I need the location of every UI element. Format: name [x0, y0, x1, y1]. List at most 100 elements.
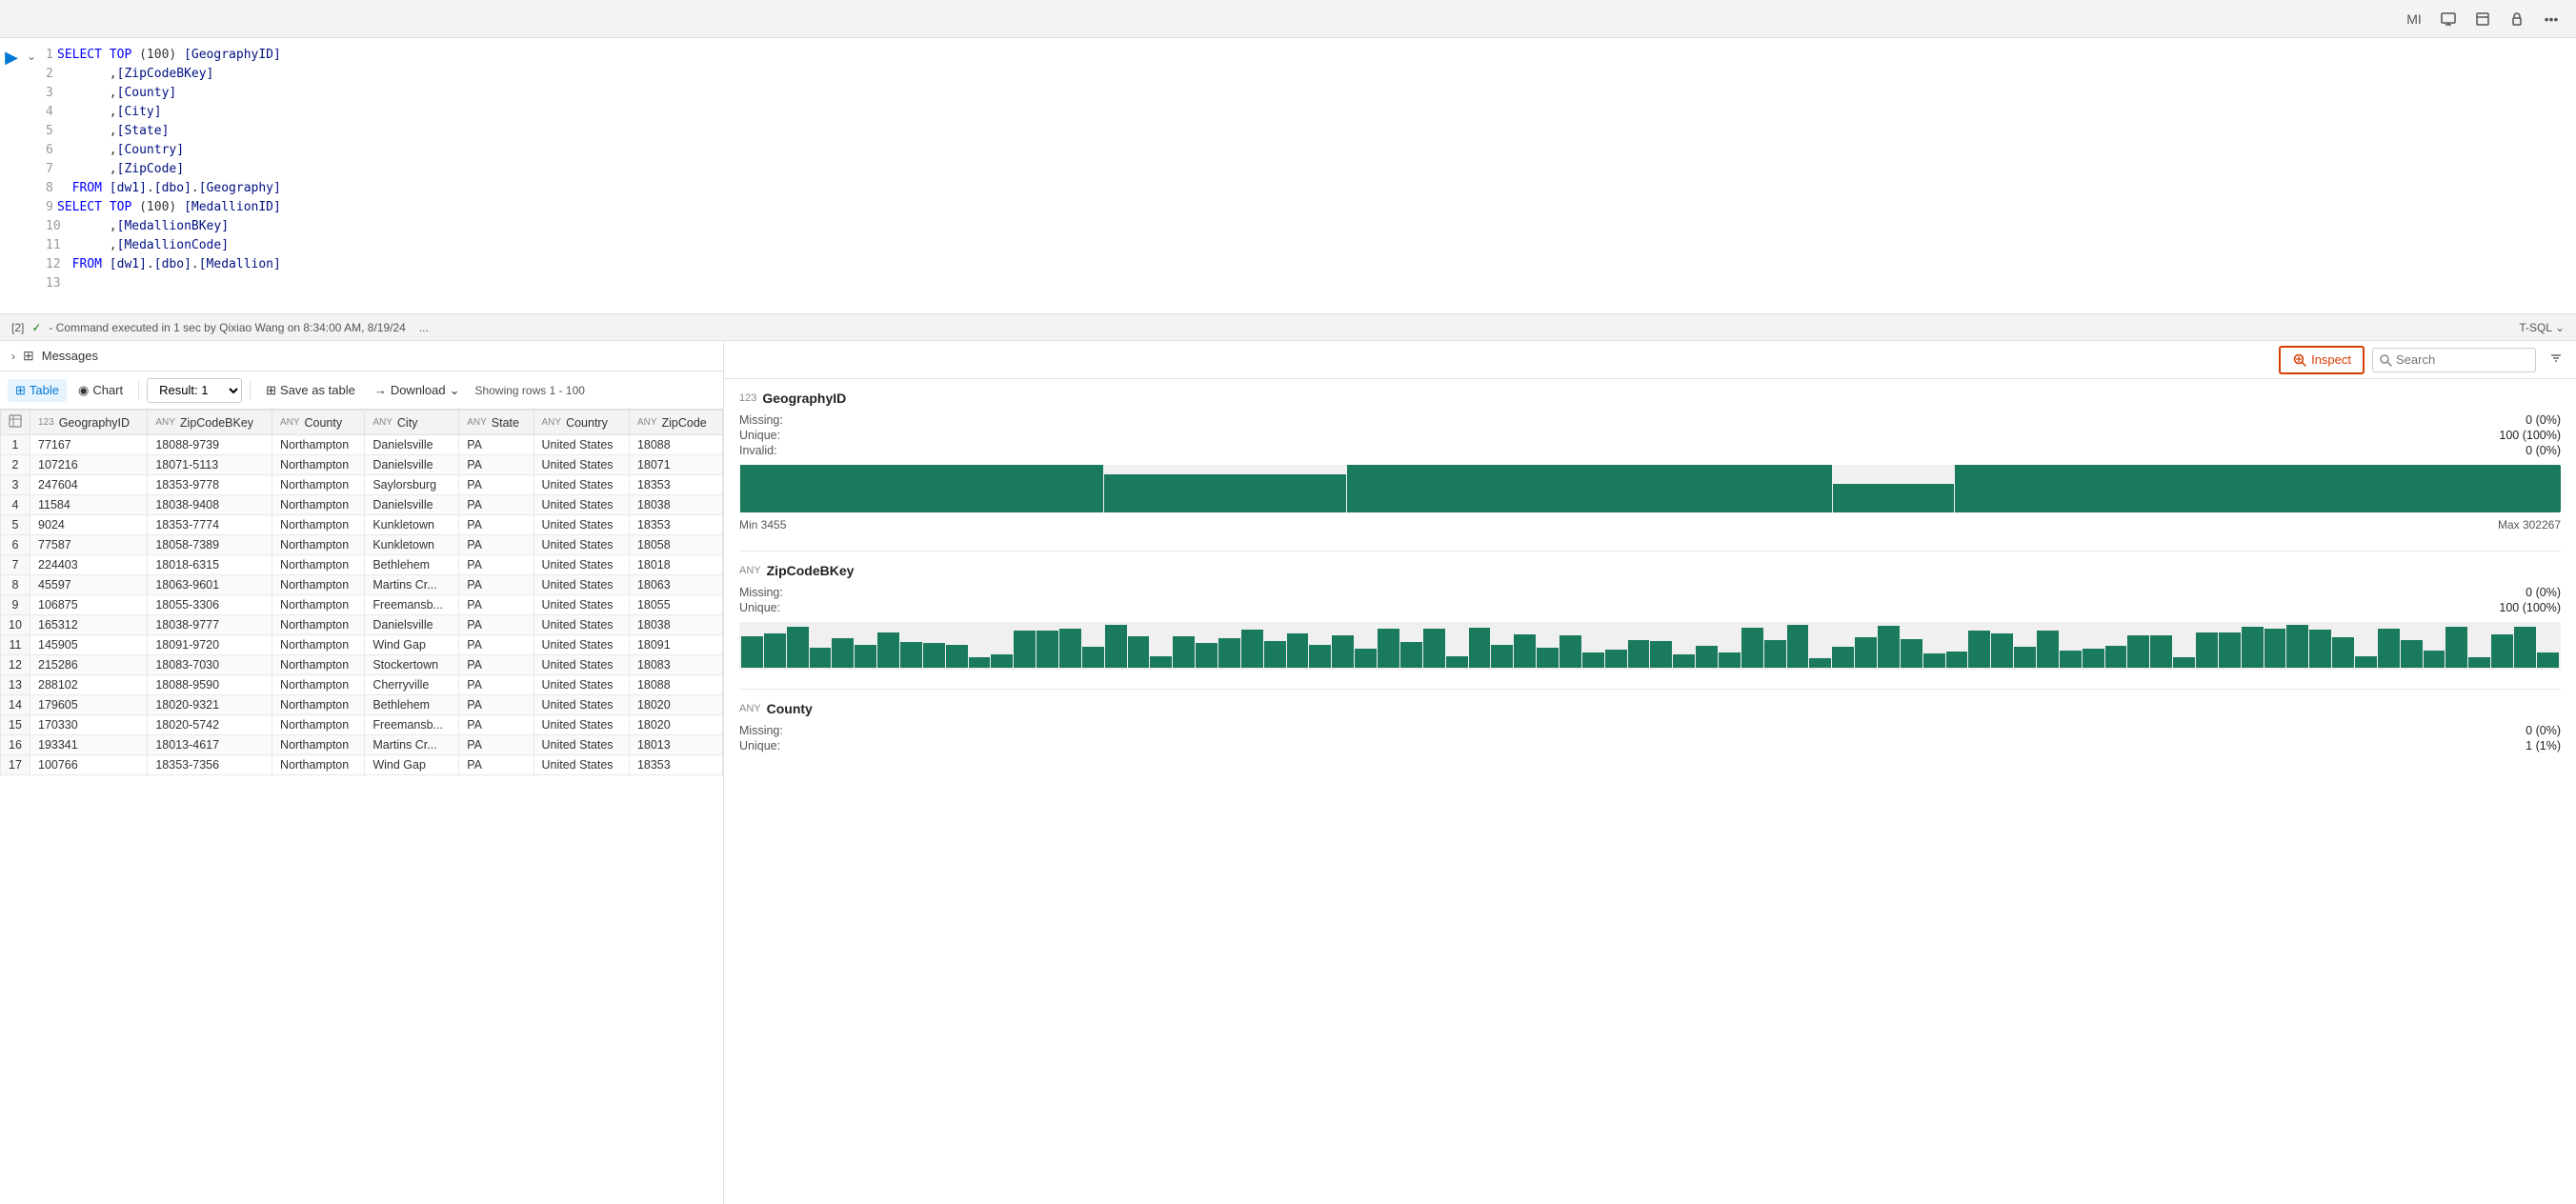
row-number: 16: [1, 735, 30, 755]
bar: [1582, 652, 1604, 668]
row-number: 3: [1, 475, 30, 495]
table-tab[interactable]: ⊞ Table: [8, 379, 67, 402]
cell: United States: [533, 695, 629, 715]
col-header-city[interactable]: ANY City: [365, 411, 459, 435]
cell: Bethlehem: [365, 695, 459, 715]
cell: 18063-9601: [148, 575, 272, 595]
run-button[interactable]: ▶: [0, 46, 23, 69]
cell: 11584: [30, 495, 148, 515]
bar: [1264, 641, 1286, 668]
cell: PA: [459, 635, 533, 655]
bar: [969, 657, 991, 668]
col-header-zipcodebkey[interactable]: ANY ZipCodeBKey: [148, 411, 272, 435]
inspect-col-title-county: ANY County: [739, 701, 2561, 716]
bar: [810, 648, 832, 668]
col-header-country[interactable]: ANY Country: [533, 411, 629, 435]
col-header-state[interactable]: ANY State: [459, 411, 533, 435]
search-box[interactable]: [2372, 348, 2536, 372]
bar: [1901, 639, 1922, 668]
col-header-geographyid[interactable]: 123 GeographyID: [30, 411, 148, 435]
ellipsis-button[interactable]: ...: [413, 319, 434, 336]
zipcode-label: ZipCode: [662, 416, 707, 430]
save-as-table-btn[interactable]: ⊞ Save as table: [258, 379, 363, 402]
bar: [855, 645, 876, 668]
row-number: 7: [1, 555, 30, 575]
cell: 18353-7774: [148, 515, 272, 535]
bar: [2514, 627, 2536, 668]
language-selector[interactable]: T-SQL ⌄: [2519, 321, 2565, 334]
download-btn[interactable]: → Download ⌄: [367, 379, 468, 402]
zipcodebkey-unique-row: Unique: 100 (100%): [739, 601, 2561, 614]
collapse-button[interactable]: ⌄: [23, 48, 40, 65]
cell: 18058-7389: [148, 535, 272, 555]
result-selector[interactable]: Result: 1 Result: 2: [147, 378, 242, 403]
zipcodebkey-badge: ANY: [739, 565, 761, 576]
cell: United States: [533, 575, 629, 595]
bar: [1923, 653, 1945, 668]
col-header-zipcode[interactable]: ANY ZipCode: [629, 411, 722, 435]
table-icon: ⊞: [15, 383, 26, 398]
cell: Northampton: [272, 655, 364, 675]
zipcodebkey-type-icon: ANY: [155, 417, 175, 428]
cell: Northampton: [272, 615, 364, 635]
bar: [1537, 648, 1559, 668]
bar: [1514, 634, 1536, 668]
toolbar-separator-2: [250, 381, 251, 400]
inspect-section-geographyid: 123 GeographyID Missing: 0 (0%) Unique: …: [739, 391, 2561, 532]
inspect-content[interactable]: 123 GeographyID Missing: 0 (0%) Unique: …: [724, 379, 2576, 1204]
row-number: 14: [1, 695, 30, 715]
row-number: 12: [1, 655, 30, 675]
filter-button[interactable]: [2544, 349, 2568, 371]
inspect-button[interactable]: Inspect: [2279, 346, 2365, 374]
bar: [1946, 652, 1968, 668]
expand-messages-btn[interactable]: ›: [11, 350, 15, 363]
share-btn[interactable]: [2469, 6, 2496, 32]
col-header-county[interactable]: ANY County: [272, 411, 364, 435]
bar: [2355, 656, 2377, 668]
c-unique-value: 1 (1%): [2526, 739, 2561, 752]
geographyid-min: Min 3455: [739, 518, 786, 532]
cell: 224403: [30, 555, 148, 575]
cell: United States: [533, 675, 629, 695]
county-badge: ANY: [739, 703, 761, 714]
bar: [2332, 637, 2354, 668]
inspect-section-zipcodebkey: ANY ZipCodeBKey Missing: 0 (0%) Unique: …: [739, 563, 2561, 670]
lock-btn[interactable]: [2504, 6, 2530, 32]
chart-tab[interactable]: ◉ Chart: [70, 379, 131, 402]
bar: [2150, 635, 2172, 668]
bar: [1173, 636, 1195, 668]
c-missing-label: Missing:: [739, 724, 783, 737]
cell: 18088-9590: [148, 675, 272, 695]
cell: 18083-7030: [148, 655, 272, 675]
data-table-container[interactable]: 123 GeographyID ANY ZipCodeBKey: [0, 410, 723, 1204]
cell: 18353-9778: [148, 475, 272, 495]
cell: United States: [533, 755, 629, 775]
code-content[interactable]: SELECT TOP (100) [GeographyID] ,[ZipCode…: [50, 38, 2576, 313]
bar: [787, 627, 809, 668]
table-row: 1710076618353-7356NorthamptonWind GapPAU…: [1, 755, 723, 775]
bar: [1378, 629, 1399, 668]
bar: [2401, 640, 2423, 668]
mi-icon-btn[interactable]: MI: [2401, 6, 2427, 32]
screen-btn[interactable]: [2435, 6, 2462, 32]
bar: [923, 643, 945, 668]
cell: Danielsville: [365, 495, 459, 515]
bar: [1968, 631, 1990, 668]
geographyid-title: GeographyID: [762, 391, 846, 406]
cell: Northampton: [272, 715, 364, 735]
cell: 18353: [629, 475, 722, 495]
cell: 18083: [629, 655, 722, 675]
cell: Martins Cr...: [365, 735, 459, 755]
cell: United States: [533, 495, 629, 515]
cell: 77167: [30, 435, 148, 455]
county-stats: Missing: 0 (0%) Unique: 1 (1%): [739, 724, 2561, 752]
cell: 215286: [30, 655, 148, 675]
more-btn[interactable]: •••: [2538, 6, 2565, 32]
bar: [1036, 631, 1058, 668]
cell: United States: [533, 635, 629, 655]
cell: 170330: [30, 715, 148, 735]
status-message: - Command executed in 1 sec by Qixiao Wa…: [49, 321, 405, 334]
search-input[interactable]: [2396, 352, 2529, 367]
invalid-label: Invalid:: [739, 444, 777, 457]
cell: PA: [459, 715, 533, 735]
